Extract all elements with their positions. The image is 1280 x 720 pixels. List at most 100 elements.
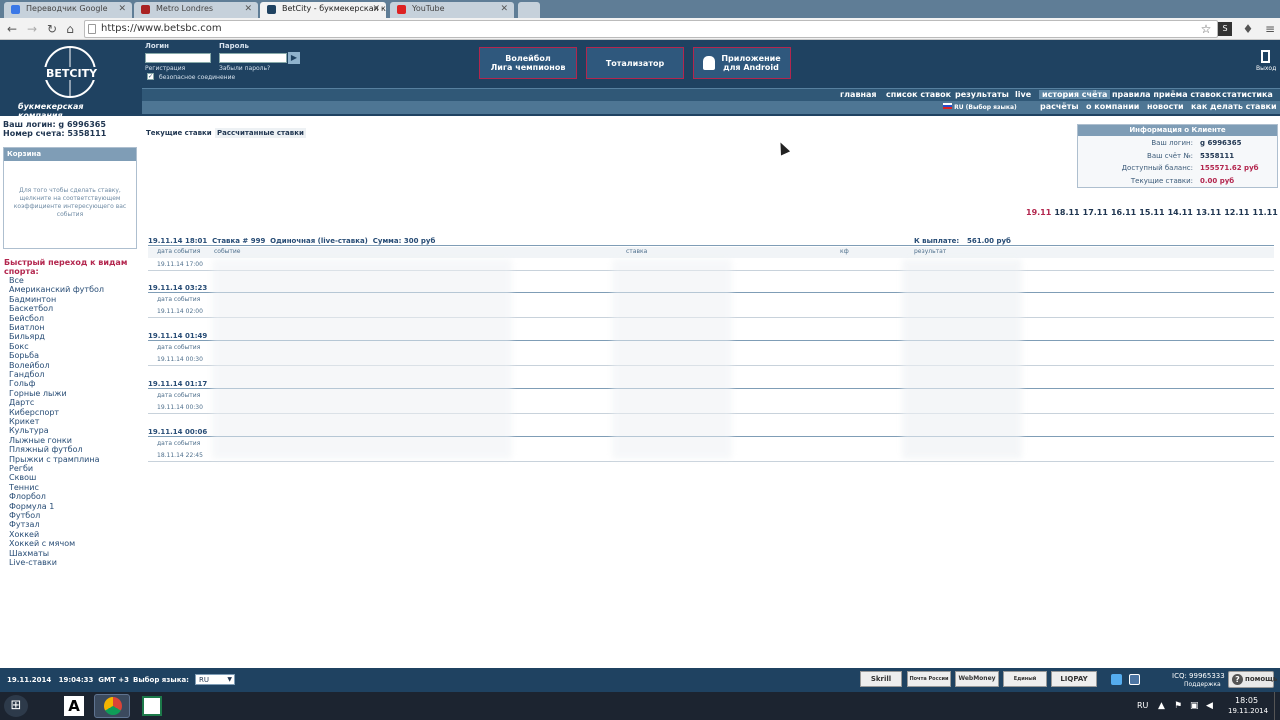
menu-item-how-to-bet[interactable]: как делать ставки [1191, 102, 1277, 111]
clock-time[interactable]: 18:05 [1235, 696, 1258, 705]
android-app-button[interactable]: Приложение для Android [693, 47, 791, 79]
vk-icon[interactable] [1129, 674, 1140, 685]
menu-item-statistics[interactable]: статистика [1222, 90, 1273, 99]
sport-link[interactable]: Формула 1 [9, 502, 54, 511]
login-submit-button[interactable]: ▶ [288, 52, 300, 64]
webmoney-logo[interactable]: WebMoney [955, 671, 999, 687]
menu-item-news[interactable]: новости [1147, 102, 1184, 111]
sport-link[interactable]: Биатлон [9, 323, 45, 332]
taskbar-app-a[interactable]: A [56, 694, 92, 718]
tab-betcity[interactable]: BetCity - букмекерская ко ✕ [260, 2, 386, 18]
sport-link[interactable]: Волейбол [9, 361, 50, 370]
close-icon[interactable]: ✕ [244, 2, 252, 16]
login-input[interactable] [145, 53, 211, 63]
close-icon[interactable]: ✕ [118, 2, 126, 16]
date-link[interactable]: 12.11 [1224, 208, 1249, 217]
exit-button[interactable]: Выход [1256, 50, 1276, 78]
liqpay-logo[interactable]: LIQPAY [1051, 671, 1097, 687]
date-link[interactable]: 18.11 [1054, 208, 1079, 217]
sport-link[interactable]: Культура [9, 426, 49, 435]
sport-link[interactable]: Баскетбол [9, 304, 53, 313]
sport-link[interactable]: Шахматы [9, 549, 49, 558]
password-input[interactable] [219, 53, 287, 63]
date-link[interactable]: 19.11 [1026, 208, 1051, 217]
input-language[interactable]: RU [1137, 701, 1148, 710]
date-link[interactable]: 16.11 [1111, 208, 1136, 217]
menu-icon[interactable]: ≡ [1262, 21, 1278, 37]
close-icon[interactable]: ✕ [500, 2, 508, 16]
sport-link[interactable]: Пляжный футбол [9, 445, 83, 454]
menu-item-results[interactable]: результаты [955, 90, 1009, 99]
sport-link[interactable]: Футбол [9, 511, 40, 520]
sport-link[interactable]: Флорбол [9, 492, 46, 501]
register-link[interactable]: Регистрация [145, 65, 185, 72]
forward-arrow-icon[interactable]: → [24, 21, 40, 37]
sport-link[interactable]: Теннис [9, 483, 39, 492]
sport-link[interactable]: Прыжки с трамплина [9, 455, 99, 464]
tab-metro-londres[interactable]: Metro Londres ✕ [134, 2, 258, 18]
menu-item-calculations[interactable]: расчёты [1040, 102, 1079, 111]
tab-settled-bets[interactable]: Рассчитанные ставки [215, 128, 306, 138]
extension-arrow-icon[interactable]: ♦ [1240, 21, 1256, 37]
back-arrow-icon[interactable]: ← [4, 21, 20, 37]
bookmark-star-icon[interactable]: ☆ [1198, 21, 1214, 37]
sport-link[interactable]: Лыжные гонки [9, 436, 72, 445]
footer-language-select[interactable]: RU ▼ [195, 674, 235, 685]
sport-link[interactable]: Хоккей с мячом [9, 539, 75, 548]
tab-current-bets[interactable]: Текущие ставки [146, 129, 212, 137]
reload-icon[interactable]: ↻ [44, 21, 60, 37]
menu-item-bet-list[interactable]: список ставок [886, 90, 951, 99]
tab-google-translate[interactable]: Переводчик Google ✕ [4, 2, 132, 18]
sport-link[interactable]: Киберспорт [9, 408, 59, 417]
tray-network-icon[interactable]: ▣ [1190, 701, 1199, 711]
sport-link[interactable]: Футзал [9, 520, 40, 529]
date-link[interactable]: 14.11 [1168, 208, 1193, 217]
menu-item-about[interactable]: о компании [1086, 102, 1139, 111]
date-link[interactable]: 17.11 [1083, 208, 1108, 217]
date-link[interactable]: 11.11 [1253, 208, 1278, 217]
clock-date[interactable]: 19.11.2014 [1228, 707, 1268, 715]
sport-link[interactable]: Все [9, 276, 24, 285]
tray-volume-icon[interactable]: ◀ [1206, 701, 1213, 711]
taskbar-app-c[interactable] [134, 694, 170, 718]
sport-link[interactable]: Горные лыжи [9, 389, 67, 398]
new-tab-button[interactable] [518, 2, 540, 18]
sport-link[interactable]: Гандбол [9, 370, 44, 379]
menu-item-live[interactable]: live [1015, 90, 1031, 99]
tray-usb-icon[interactable]: ⚑ [1174, 701, 1182, 711]
sport-link[interactable]: Гольф [9, 379, 35, 388]
sport-link[interactable]: Хоккей [9, 530, 39, 539]
start-button[interactable]: ⊞ [4, 695, 28, 717]
russian-post-logo[interactable]: Почта России [907, 671, 951, 687]
menu-item-account-history[interactable]: история счёта [1039, 90, 1111, 99]
help-button[interactable]: ? помощь [1228, 671, 1277, 688]
betcity-logo[interactable]: BETCITY букмекерская компания [14, 44, 126, 120]
menu-item-home[interactable]: главная [840, 90, 877, 99]
sport-link[interactable]: Live-ставки [9, 558, 57, 567]
extension-icon[interactable]: S [1218, 22, 1232, 36]
sport-link[interactable]: Бильярд [9, 332, 45, 341]
totalizator-button[interactable]: Тотализатор [586, 47, 684, 79]
sport-link[interactable]: Американский футбол [9, 285, 104, 294]
skrill-logo[interactable]: Skrill [860, 671, 902, 687]
forgot-password-link[interactable]: Забыли пароль? [219, 65, 270, 72]
sport-link[interactable]: Борьба [9, 351, 39, 360]
sport-link[interactable]: Бейсбол [9, 314, 44, 323]
volleyball-promo-button[interactable]: Волейбол Лига чемпионов [479, 47, 577, 79]
sport-link[interactable]: Крикет [9, 417, 39, 426]
sport-link[interactable]: Регби [9, 464, 33, 473]
sport-link[interactable]: Бадминтон [9, 295, 56, 304]
show-desktop-button[interactable] [1274, 692, 1280, 720]
secure-checkbox[interactable]: ✓ [147, 73, 154, 80]
address-bar[interactable]: https://www.betsbc.com [84, 20, 1218, 38]
sport-link[interactable]: Дартс [9, 398, 34, 407]
twitter-icon[interactable] [1111, 674, 1122, 685]
tray-flag-icon[interactable]: ▲ [1158, 701, 1165, 711]
unified-wallet-logo[interactable]: Единый кошелёк [1003, 671, 1047, 687]
taskbar-chrome[interactable] [94, 694, 130, 718]
tab-youtube[interactable]: YouTube ✕ [390, 2, 514, 18]
date-link[interactable]: 13.11 [1196, 208, 1221, 217]
sport-link[interactable]: Бокс [9, 342, 29, 351]
sport-link[interactable]: Сквош [9, 473, 36, 482]
menu-item-betting-rules[interactable]: правила приёма ставок [1112, 90, 1221, 99]
